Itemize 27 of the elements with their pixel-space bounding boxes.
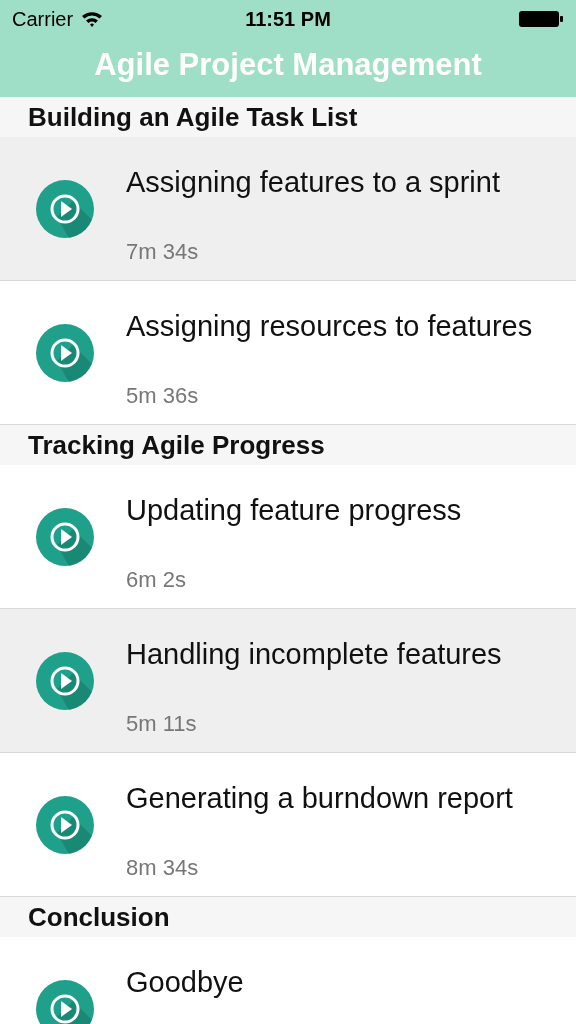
lesson-title: Handling incomplete features xyxy=(126,637,502,672)
nav-title: Agile Project Management xyxy=(94,46,482,85)
lesson-row[interactable]: Handling incomplete features 5m 11s xyxy=(0,609,576,753)
lesson-title: Goodbye xyxy=(126,965,244,1000)
lesson-row[interactable]: Assigning features to a sprint 7m 34s xyxy=(0,137,576,281)
section-title: Tracking Agile Progress xyxy=(28,428,325,462)
section-title: Building an Agile Task List xyxy=(28,100,358,134)
play-icon xyxy=(35,322,95,383)
lesson-title: Updating feature progress xyxy=(126,493,462,528)
section-title: Conclusion xyxy=(28,900,170,934)
lesson-duration: 6m 2s xyxy=(126,565,187,594)
lesson-title: Assigning resources to features xyxy=(126,309,533,344)
play-icon xyxy=(35,978,95,1024)
wifi-icon xyxy=(81,11,104,27)
lesson-title: Generating a burndown report xyxy=(126,781,513,816)
carrier-label: Carrier xyxy=(12,7,74,32)
clock: 11:51 PM xyxy=(245,7,331,32)
play-icon xyxy=(35,506,95,567)
play-icon xyxy=(35,650,95,711)
lesson-duration: 8m 34s xyxy=(126,853,200,882)
play-icon xyxy=(35,178,95,239)
lesson-duration: 5m 11s xyxy=(126,709,198,738)
battery-icon xyxy=(518,9,564,29)
lesson-duration: 5m 36s xyxy=(126,381,200,410)
play-icon xyxy=(35,794,95,855)
lesson-title: Assigning features to a sprint xyxy=(126,165,500,200)
lesson-duration: 7m 34s xyxy=(126,237,200,266)
